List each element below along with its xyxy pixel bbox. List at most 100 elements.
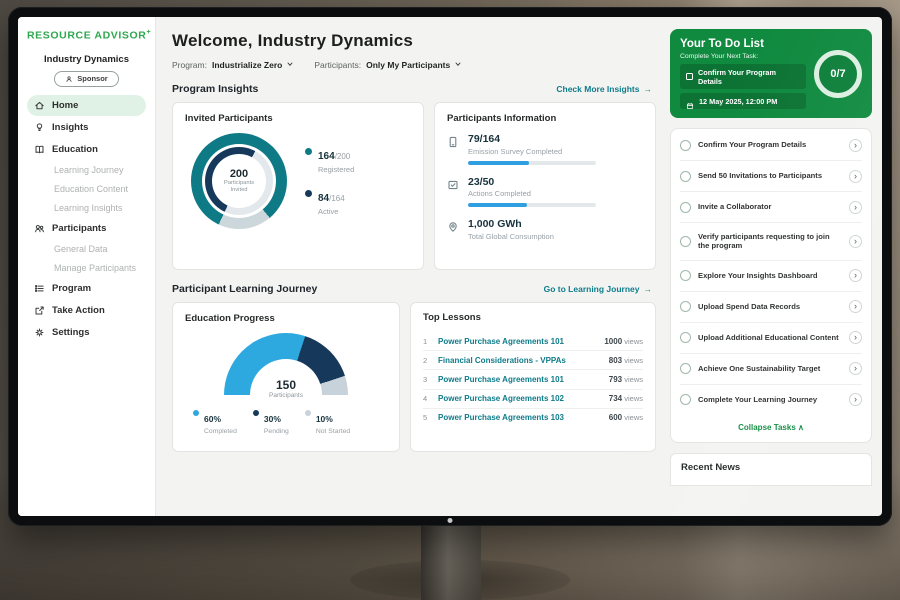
lightbulb-icon (34, 122, 45, 133)
brand-logo: RESOURCE ADVISOR+ (27, 29, 146, 42)
sidebar-item-education-content[interactable]: Education Content (27, 180, 146, 198)
sidebar-item-manage-participants[interactable]: Manage Participants (27, 259, 146, 277)
legend-dot (253, 410, 259, 416)
go-to-learning-journey-link[interactable]: Go to Learning Journey → (544, 284, 652, 294)
lesson-link[interactable]: Power Purchase Agreements 103 (438, 413, 602, 422)
task-row[interactable]: Complete Your Learning Journey › (680, 385, 862, 415)
person-icon (65, 75, 73, 83)
sidebar-item-learning-insights[interactable]: Learning Insights (27, 199, 146, 217)
task-list: Confirm Your Program Details › Send 50 I… (670, 128, 872, 443)
arrow-right-icon: → (644, 84, 653, 94)
arrow-right-icon: → (644, 284, 653, 294)
program-filter: Program: Industrialize Zero (172, 60, 294, 70)
task-row[interactable]: Invite a Collaborator › (680, 192, 862, 223)
task-row[interactable]: Send 50 Invitations to Participants › (680, 161, 862, 192)
progress-fill (468, 203, 527, 207)
progress-bar (468, 161, 596, 165)
todo-title: Your To Do List (680, 38, 862, 50)
sidebar-item-insights[interactable]: Insights (27, 117, 146, 138)
legend-registered: 164/200 Registered (305, 146, 354, 174)
task-checkbox[interactable] (680, 301, 691, 312)
donut-gap: 200 Participants Invited (202, 144, 276, 218)
card-title: Top Lessons (423, 312, 643, 323)
gear-icon (34, 327, 45, 338)
card-title: Education Progress (185, 313, 387, 324)
legend-not-started: 10% Not Started (305, 409, 350, 435)
chevron-right-icon[interactable]: › (849, 362, 862, 375)
people-icon (34, 223, 45, 234)
task-checkbox[interactable] (680, 363, 691, 374)
recent-news-header: Recent News (670, 453, 872, 486)
sidebar-item-general-data[interactable]: General Data (27, 240, 146, 258)
sidebar-item-take-action[interactable]: Take Action (27, 300, 146, 321)
lesson-row: 5 Power Purchase Agreements 103 600 view… (423, 409, 643, 427)
chevron-right-icon[interactable]: › (849, 235, 862, 248)
sidebar-item-home[interactable]: Home (27, 95, 146, 116)
program-filter-dropdown[interactable]: Industrialize Zero (212, 60, 294, 70)
task-checkbox[interactable] (680, 140, 691, 151)
check-more-insights-link[interactable]: Check More Insights → (556, 84, 652, 94)
checkbox-icon[interactable] (686, 73, 693, 80)
task-row[interactable]: Explore Your Insights Dashboard › (680, 261, 862, 292)
stat-emission-survey: 79/164 Emission Survey Completed (447, 133, 643, 165)
education-progress-card: Education Progress 150 Participants (172, 302, 400, 452)
chevron-right-icon[interactable]: › (849, 300, 862, 313)
sidebar-item-program[interactable]: Program (27, 278, 146, 299)
section-title: Program Insights (172, 83, 258, 95)
lesson-link[interactable]: Financial Considerations - VPPAs (438, 356, 602, 365)
chevron-right-icon[interactable]: › (849, 201, 862, 214)
gauge-center: 150 Participants (224, 378, 348, 399)
task-checkbox[interactable] (680, 236, 691, 247)
photo-background: RESOURCE ADVISOR+ Industry Dynamics Spon… (0, 0, 900, 600)
chevron-down-icon (454, 60, 462, 70)
lesson-link[interactable]: Power Purchase Agreements 101 (438, 337, 597, 346)
participants-filter-label: Participants: (314, 60, 361, 70)
chevron-right-icon[interactable]: › (849, 331, 862, 344)
chevron-right-icon[interactable]: › (849, 393, 862, 406)
task-checkbox[interactable] (680, 270, 691, 281)
top-lessons-card: Top Lessons 1 Power Purchase Agreements … (410, 302, 656, 452)
sidebar-item-learning-journey[interactable]: Learning Journey (27, 161, 146, 179)
location-pin-icon (447, 220, 459, 232)
collapse-tasks-link[interactable]: Collapse Tasks ∧ (680, 415, 862, 441)
lesson-row: 1 Power Purchase Agreements 101 1000 vie… (423, 332, 643, 351)
learning-cards-row: Education Progress 150 Participants (172, 302, 656, 452)
task-checkbox[interactable] (680, 332, 691, 343)
sidebar-item-settings[interactable]: Settings (27, 322, 146, 343)
chevron-right-icon[interactable]: › (849, 139, 862, 152)
participants-filter: Participants: Only My Participants (314, 60, 462, 70)
monitor-stand (421, 522, 481, 600)
task-row[interactable]: Confirm Your Program Details › (680, 130, 862, 161)
sidebar-item-education[interactable]: Education (27, 139, 146, 160)
todo-next-task[interactable]: Confirm Your Program Details (680, 64, 806, 89)
filters-bar: Program: Industrialize Zero Participants… (172, 60, 656, 70)
todo-due-date: 12 May 2025, 12:00 PM (680, 93, 806, 109)
task-row[interactable]: Verify participants requesting to join t… (680, 223, 862, 261)
book-icon (34, 144, 45, 155)
chevron-right-icon[interactable]: › (849, 269, 862, 282)
sponsor-badge[interactable]: Sponsor (54, 71, 118, 87)
stat-global-consumption: 1,000 GWh Total Global Consumption (447, 218, 643, 241)
participants-filter-dropdown[interactable]: Only My Participants (366, 60, 462, 70)
task-checkbox[interactable] (680, 171, 691, 182)
todo-progress-ring: 0/7 (814, 50, 862, 98)
sidebar-item-participants[interactable]: Participants (27, 218, 146, 239)
survey-device-icon (447, 135, 459, 147)
lesson-row: 3 Power Purchase Agreements 101 793 view… (423, 370, 643, 389)
task-row[interactable]: Upload Additional Educational Content › (680, 323, 862, 354)
learning-journey-header: Participant Learning Journey Go to Learn… (172, 283, 656, 295)
progress-fill (468, 161, 529, 165)
task-row[interactable]: Upload Spend Data Records › (680, 292, 862, 323)
lesson-link[interactable]: Power Purchase Agreements 102 (438, 394, 602, 403)
legend-dot (193, 410, 199, 416)
lesson-row: 4 Power Purchase Agreements 102 734 view… (423, 390, 643, 409)
dashboard-screen: RESOURCE ADVISOR+ Industry Dynamics Spon… (18, 17, 882, 516)
chevron-right-icon[interactable]: › (849, 170, 862, 183)
lesson-link[interactable]: Power Purchase Agreements 101 (438, 375, 602, 384)
donut-center: 200 Participants Invited (212, 154, 266, 208)
list-icon (34, 283, 45, 294)
task-row[interactable]: Achieve One Sustainability Target › (680, 354, 862, 385)
task-checkbox[interactable] (680, 202, 691, 213)
task-checkbox[interactable] (680, 394, 691, 405)
legend-dot (305, 410, 311, 416)
